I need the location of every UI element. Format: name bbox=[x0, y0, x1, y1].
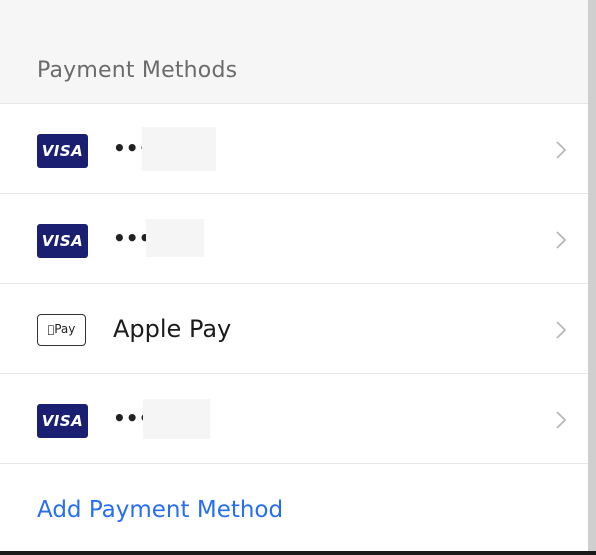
payment-method-row-2[interactable]: VISA •••• bbox=[0, 194, 596, 284]
add-payment-method-link[interactable]: Add Payment Method bbox=[37, 497, 283, 523]
payment-method-row-4[interactable]: VISA •••• bbox=[0, 374, 596, 464]
section-header: Payment Methods bbox=[0, 0, 596, 104]
section-title: Payment Methods bbox=[37, 58, 238, 83]
apple-pay-label: Apple Pay bbox=[113, 315, 232, 343]
redacted-digits bbox=[142, 127, 216, 171]
chevron-right-icon bbox=[552, 321, 570, 339]
payment-methods-screen: Payment Methods VISA •••• VISA •••• Pay… bbox=[0, 0, 596, 555]
visa-card-icon: VISA bbox=[37, 404, 88, 438]
window-edge bbox=[588, 0, 596, 555]
redacted-digits bbox=[146, 219, 204, 257]
payment-method-row-1[interactable]: VISA •••• bbox=[0, 104, 596, 194]
visa-card-icon: VISA bbox=[37, 224, 88, 258]
chevron-right-icon bbox=[552, 411, 570, 429]
apple-pay-icon: Pay bbox=[37, 314, 86, 346]
redacted-digits bbox=[143, 399, 210, 439]
add-payment-row: Add Payment Method bbox=[0, 464, 596, 554]
chevron-right-icon bbox=[552, 231, 570, 249]
window-bottom-edge bbox=[0, 551, 596, 555]
apple-pay-icon-text: Pay bbox=[50, 322, 75, 336]
payment-method-row-3[interactable]: Pay Apple Pay bbox=[0, 284, 596, 374]
visa-card-icon: VISA bbox=[37, 134, 88, 168]
chevron-right-icon bbox=[552, 141, 570, 159]
